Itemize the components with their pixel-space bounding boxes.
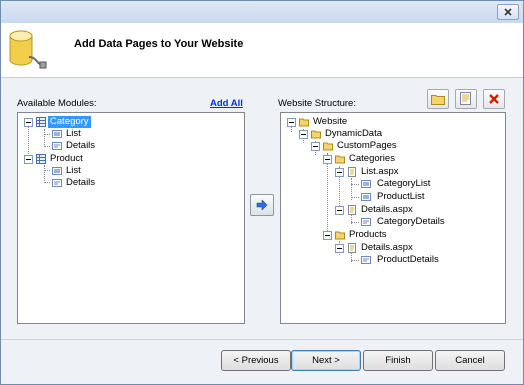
- tree-node-details[interactable]: Details: [52, 177, 202, 189]
- tree-node-list-aspx[interactable]: List.aspx: [335, 166, 495, 178]
- folder-icon: [335, 155, 345, 164]
- tree-node-label: Details.aspx: [361, 204, 413, 215]
- tree-node-list[interactable]: List: [52, 165, 202, 177]
- details-icon: [361, 256, 371, 264]
- previous-button[interactable]: < Previous: [221, 350, 291, 371]
- details-icon: [52, 179, 62, 187]
- cancel-button[interactable]: Cancel: [435, 350, 505, 371]
- website-structure-tree[interactable]: Website DynamicData CustomPages Categori…: [280, 112, 506, 324]
- new-page-icon: [460, 92, 471, 105]
- tree-node-productdetails[interactable]: ProductDetails: [361, 254, 491, 266]
- tree-node-label: ProductDetails: [377, 254, 439, 265]
- tree-node-products[interactable]: Products: [323, 229, 493, 241]
- details-icon: [52, 142, 62, 150]
- tree-node-label: List: [66, 128, 81, 139]
- close-icon: [504, 8, 512, 16]
- tree-node-label: List: [66, 165, 81, 176]
- folder-icon: [323, 142, 333, 151]
- wizard-window: Add Data Pages to Your Website Available…: [0, 0, 524, 385]
- tree-node-categorydetails[interactable]: CategoryDetails: [361, 216, 491, 228]
- delete-button[interactable]: [483, 89, 505, 109]
- tree-node-label: CategoryList: [377, 178, 431, 189]
- tree-node-categories[interactable]: Categories: [323, 153, 493, 165]
- tree-node-category[interactable]: Category: [24, 116, 224, 128]
- tree-node-label: Categories: [349, 153, 395, 164]
- page-title: Add Data Pages to Your Website: [74, 38, 244, 50]
- tree-node-list[interactable]: List: [52, 128, 202, 140]
- tree-node-details-aspx[interactable]: Details.aspx: [335, 204, 495, 216]
- new-folder-button[interactable]: [427, 89, 449, 109]
- tree-node-productlist[interactable]: ProductList: [361, 191, 491, 203]
- tree-node-details-aspx[interactable]: Details.aspx: [335, 242, 495, 254]
- folder-icon: [311, 130, 321, 139]
- tree-node-categorylist[interactable]: CategoryList: [361, 178, 491, 190]
- tree-node-label: DynamicData: [325, 128, 383, 139]
- tree-node-label: ProductList: [377, 191, 425, 202]
- database-icon: [9, 30, 47, 69]
- tree-node-label: Details: [66, 177, 96, 188]
- tree-node-label: Product: [50, 153, 83, 164]
- table-icon: [36, 117, 46, 127]
- available-modules-label: Available Modules:: [17, 98, 97, 109]
- tree-node-label: Details: [66, 140, 96, 151]
- folder-icon: [335, 231, 345, 240]
- list-icon: [361, 193, 371, 201]
- tree-node-website[interactable]: Website: [287, 116, 487, 128]
- website-structure-label: Website Structure:: [278, 98, 356, 109]
- new-page-button[interactable]: [455, 89, 477, 109]
- available-modules-tree[interactable]: Category List Details Product List Detai…: [17, 112, 245, 324]
- close-button[interactable]: [497, 4, 519, 20]
- arrow-right-icon: [256, 200, 268, 210]
- page-icon: [348, 243, 356, 253]
- list-icon: [52, 130, 62, 138]
- tree-node-label: Details.aspx: [361, 242, 413, 253]
- tree-node-label: List.aspx: [361, 166, 399, 177]
- tree-node-details[interactable]: Details: [52, 140, 202, 152]
- tree-node-label: Products: [349, 229, 387, 240]
- details-icon: [361, 218, 371, 226]
- next-button[interactable]: Next >: [291, 350, 361, 371]
- page-icon: [348, 167, 356, 177]
- tree-node-dynamicdata[interactable]: DynamicData: [299, 128, 499, 140]
- new-folder-icon: [431, 95, 445, 105]
- list-icon: [361, 180, 371, 188]
- tree-node-label: CategoryDetails: [377, 216, 445, 227]
- title-bar: [1, 1, 523, 23]
- tree-node-label: CustomPages: [337, 140, 397, 151]
- add-to-structure-button[interactable]: [250, 194, 274, 216]
- tree-node-product[interactable]: Product: [24, 153, 224, 165]
- folder-icon: [299, 118, 309, 127]
- finish-button[interactable]: Finish: [363, 350, 433, 371]
- tree-node-custompages[interactable]: CustomPages: [311, 140, 491, 152]
- tree-node-label: Category: [48, 116, 91, 128]
- tree-node-label: Website: [313, 116, 348, 127]
- table-icon: [36, 154, 46, 164]
- add-all-link[interactable]: Add All: [210, 98, 243, 109]
- page-icon: [348, 205, 356, 215]
- delete-icon: [489, 94, 499, 104]
- wizard-header: Add Data Pages to Your Website: [1, 23, 523, 78]
- footer-separator: [1, 339, 523, 340]
- list-icon: [52, 167, 62, 175]
